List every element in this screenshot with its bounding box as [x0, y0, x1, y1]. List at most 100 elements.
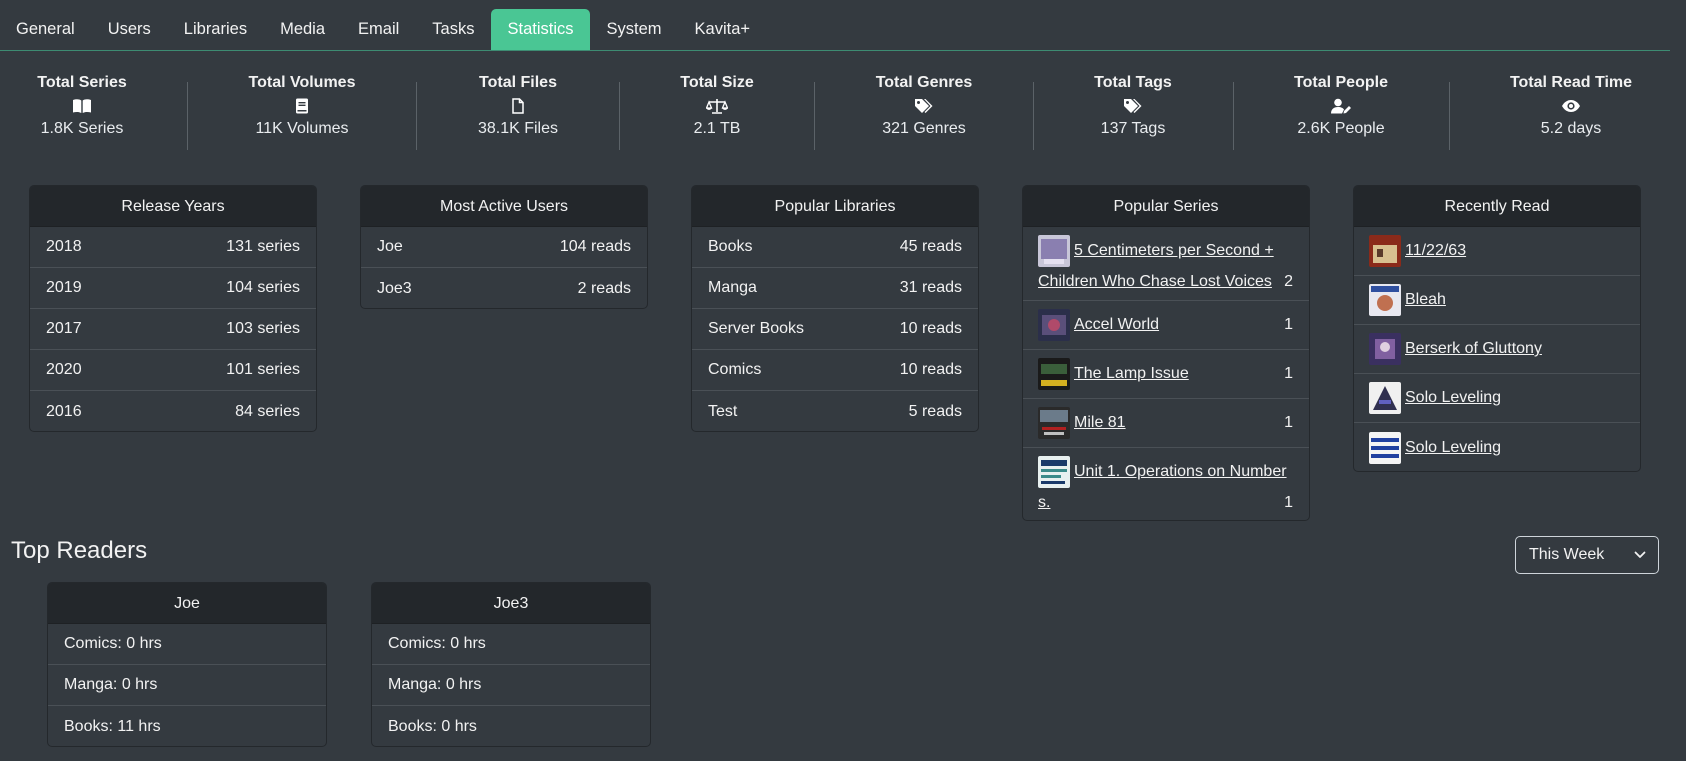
list-item: 2016 84 series [30, 391, 316, 431]
library-name: Manga [708, 279, 757, 296]
series-link[interactable]: Mile 81 [1074, 414, 1126, 432]
reading-time: Books: 0 hrs [388, 717, 477, 735]
stat-total-size: Total Size 2.1 TB [647, 72, 787, 156]
list-item: Manga: 0 hrs [48, 665, 326, 706]
top-readers-heading: Top Readers [11, 537, 148, 564]
year-label: 2017 [46, 320, 82, 337]
stat-title: Total Read Time [1509, 74, 1633, 91]
series-cover-thumbnail [1369, 431, 1401, 464]
top-reader-card: Joe Comics: 0 hrs Manga: 0 hrs Books: 11… [47, 582, 327, 747]
series-cover-thumbnail [1369, 235, 1401, 267]
user-pen-icon [1261, 94, 1421, 118]
read-count: 10 reads [899, 320, 962, 337]
card-title: Popular Libraries [692, 186, 978, 227]
recently-read-card: Recently Read 11/22/63 Bleah Berserk of … [1353, 185, 1641, 472]
tab-kavita-plus[interactable]: Kavita+ [678, 9, 767, 50]
series-cover-thumbnail [1038, 309, 1070, 341]
list-item: Joe 104 reads [361, 227, 647, 268]
series-cover-thumbnail [1038, 235, 1070, 267]
list-item: Books: 0 hrs [372, 706, 650, 746]
stat-value: 321 Genres [882, 120, 966, 137]
reader-name: Joe3 [372, 583, 650, 624]
tab-statistics[interactable]: Statistics [490, 9, 591, 50]
time-period-select[interactable]: This Week [1515, 536, 1659, 574]
stat-value: 11K Volumes [255, 120, 349, 137]
list-item: Accel World 1 [1023, 301, 1309, 350]
library-name: Comics [708, 361, 762, 378]
stat-title: Total Files [479, 74, 557, 91]
divider [187, 82, 188, 150]
user-name: Joe3 [377, 279, 412, 297]
read-count: 1 [1284, 365, 1293, 382]
series-link[interactable]: The Lamp Issue [1074, 365, 1189, 383]
series-link[interactable]: s. [1038, 494, 1050, 512]
read-count: 2 [1284, 273, 1293, 290]
list-item: 2020 101 series [30, 350, 316, 391]
read-count: 45 reads [899, 238, 962, 255]
popular-series-card: Popular Series 5 Centimeters per Second … [1022, 185, 1310, 521]
series-link[interactable]: 11/22/63 [1405, 242, 1466, 260]
tab-system[interactable]: System [590, 9, 678, 50]
read-count: 1 [1284, 316, 1293, 333]
stat-title: Total Volumes [248, 74, 356, 91]
stat-total-tags: Total Tags 137 Tags [1063, 72, 1203, 156]
stat-total-series: Total Series 1.8K Series [12, 72, 152, 156]
divider [1449, 82, 1450, 150]
year-label: 2018 [46, 238, 82, 255]
series-count: 101 series [226, 361, 300, 378]
list-item: Books 45 reads [692, 227, 978, 268]
book-open-icon [12, 94, 152, 118]
stat-value: 2.6K People [1297, 120, 1385, 137]
series-cover-thumbnail [1038, 358, 1070, 390]
list-item: 2018 131 series [30, 227, 316, 268]
list-item: Mile 81 1 [1023, 399, 1309, 448]
read-count: 31 reads [899, 279, 962, 296]
read-count: 104 reads [559, 238, 631, 255]
read-count: 1 [1284, 494, 1293, 511]
divider [619, 82, 620, 150]
stat-title: Total Tags [1094, 74, 1172, 91]
tab-general[interactable]: General [0, 9, 91, 50]
series-link[interactable]: Berserk of Gluttony [1405, 340, 1542, 358]
list-item: Solo Leveling [1354, 423, 1640, 471]
list-item: 2017 103 series [30, 309, 316, 350]
list-item: Solo Leveling [1354, 374, 1640, 423]
stats-bar: Total Series 1.8K Series Total Volumes 1… [0, 72, 1686, 156]
reading-time: Comics: 0 hrs [388, 635, 486, 652]
year-label: 2016 [46, 402, 82, 420]
read-count: 1 [1284, 414, 1293, 431]
user-name: Joe [377, 238, 403, 255]
series-link[interactable]: Solo Leveling [1405, 439, 1501, 457]
tab-media[interactable]: Media [264, 9, 342, 50]
card-title: Popular Series [1023, 186, 1309, 227]
series-link[interactable]: Accel World [1074, 316, 1159, 334]
release-years-card: Release Years 2018 131 series 2019 104 ser… [29, 185, 317, 432]
series-cover-thumbnail [1038, 456, 1070, 488]
book-icon [222, 94, 382, 118]
list-item: Server Books 10 reads [692, 309, 978, 350]
library-name: Server Books [708, 320, 805, 337]
card-title: Recently Read [1354, 186, 1640, 227]
tab-libraries[interactable]: Libraries [167, 9, 263, 50]
series-link[interactable]: Unit 1. Operations on Number [1074, 463, 1287, 481]
divider [814, 82, 815, 150]
scale-icon [647, 94, 787, 118]
tab-email[interactable]: Email [342, 9, 416, 50]
tab-users[interactable]: Users [91, 9, 167, 50]
list-item: Comics: 0 hrs [48, 624, 326, 665]
series-link[interactable]: Children Who Chase Lost Voices [1038, 273, 1272, 291]
tab-tasks[interactable]: Tasks [416, 9, 491, 50]
divider [1033, 82, 1034, 150]
stat-title: Total People [1294, 74, 1388, 91]
series-cover-thumbnail [1369, 382, 1401, 414]
list-item: Joe3 2 reads [361, 268, 647, 308]
series-link[interactable]: Solo Leveling [1405, 389, 1501, 407]
reading-time: Manga: 0 hrs [388, 676, 482, 693]
list-item: Books: 11 hrs [48, 706, 326, 746]
reader-name: Joe [48, 583, 326, 624]
series-link[interactable]: 5 Centimeters per Second + [1074, 242, 1274, 260]
stat-total-read-time: Total Read Time 5.2 days [1501, 72, 1641, 156]
reading-time: Manga: 0 hrs [64, 676, 158, 693]
series-link[interactable]: Bleah [1405, 291, 1446, 309]
year-label: 2019 [46, 279, 82, 296]
